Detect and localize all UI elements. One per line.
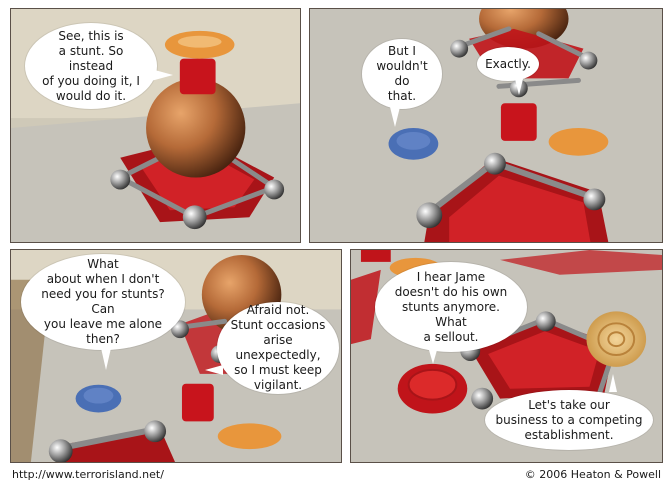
speech-text: What about when I don't need you for stu… (41, 257, 165, 346)
comic-panel-4: I hear Jame doesn't do his own stunts an… (350, 249, 663, 463)
steel-ball (182, 205, 207, 230)
speech-tail (609, 374, 617, 392)
speech-bubble: See, this is a stunt. So instead of you … (25, 23, 157, 109)
speech-tail (390, 107, 400, 127)
speech-text: Afraid not. Stunt occasions arise unexpe… (230, 303, 326, 392)
orange-gummy-character (217, 423, 282, 450)
red-die-character (500, 103, 537, 141)
orange-gummy-character (548, 127, 609, 156)
speech-bubble: Exactly. (477, 47, 539, 81)
red-die-character (181, 383, 214, 422)
speech-text: Exactly. (485, 56, 531, 71)
comic-panel-1: See, this is a stunt. So instead of you … (10, 8, 301, 243)
speech-tail (429, 350, 437, 364)
speech-text: Let's take our business to a competing e… (495, 397, 643, 442)
steel-ball (110, 169, 131, 190)
speech-tail (205, 365, 223, 375)
footer-copyright: © 2006 Heaton & Powell (524, 468, 661, 481)
speech-tail (515, 79, 523, 95)
speech-tail (151, 69, 173, 81)
speech-bubble: What about when I don't need you for stu… (21, 254, 185, 350)
speech-text: See, this is a stunt. So instead of you … (42, 28, 140, 103)
speech-bubble: I hear Jame doesn't do his own stunts an… (375, 262, 527, 352)
speech-bubble: But I wouldn't do that. (362, 39, 442, 109)
speech-text: I hear Jame doesn't do his own stunts an… (394, 269, 508, 344)
footer-url: http://www.terrorisland.net/ (12, 468, 164, 481)
steel-ball (264, 179, 285, 200)
speech-tail (101, 348, 111, 370)
red-die-character (179, 58, 216, 95)
speech-text: But I wouldn't do that. (376, 44, 428, 103)
panel-2-scene (310, 9, 662, 242)
comic-panel-2: But I wouldn't do that. Exactly. (309, 8, 663, 243)
speech-bubble: Let's take our business to a competing e… (485, 390, 653, 450)
speech-bubble: Afraid not. Stunt occasions arise unexpe… (217, 302, 339, 394)
comic-panel-3: What about when I don't need you for stu… (10, 249, 342, 463)
wooden-checker-character (586, 311, 647, 367)
